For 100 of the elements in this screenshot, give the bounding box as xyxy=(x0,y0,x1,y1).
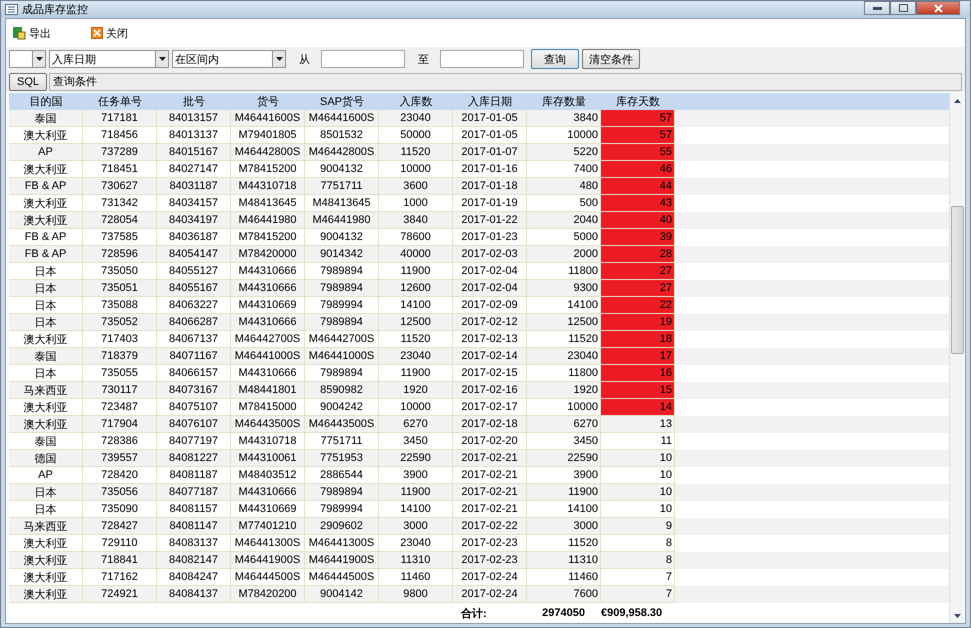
table-cell: 730627 xyxy=(83,178,157,195)
table-cell: 6270 xyxy=(527,416,601,433)
table-cell: 8 xyxy=(601,552,675,569)
spreadsheet-icon xyxy=(12,26,26,40)
condition-bar: 查询条件 xyxy=(49,72,962,90)
table-cell: 57 xyxy=(601,110,675,127)
table-cell: M78420200 xyxy=(231,586,305,603)
table-cell: 44 xyxy=(601,178,675,195)
table-cell: 11310 xyxy=(379,552,453,569)
table-cell: 7989894 xyxy=(305,484,379,501)
table-cell: M44310718 xyxy=(231,178,305,195)
toolbar-button[interactable]: 导出 xyxy=(12,25,51,41)
table-cell: 15 xyxy=(601,382,675,399)
table-cell: 日本 xyxy=(9,280,83,297)
table-cell: 46 xyxy=(601,161,675,178)
table-cell: 2017-02-24 xyxy=(453,586,527,603)
table-cell: 19 xyxy=(601,314,675,331)
table-cell: 3600 xyxy=(379,178,453,195)
table-cell: 735051 xyxy=(83,280,157,297)
table-cell: 84082147 xyxy=(157,552,231,569)
table-cell: 9 xyxy=(601,518,675,535)
table-cell: 40 xyxy=(601,212,675,229)
table-cell: M46441000S xyxy=(305,348,379,365)
table-cell: 40000 xyxy=(379,246,453,263)
table-cell: 2017-02-23 xyxy=(453,552,527,569)
table-cell: 22590 xyxy=(379,450,453,467)
table-cell: FB & AP xyxy=(9,178,83,195)
to-label: 至 xyxy=(417,52,430,66)
column-header[interactable]: SAP货号 xyxy=(305,93,379,110)
table-cell: 7989894 xyxy=(305,314,379,331)
to-field[interactable] xyxy=(440,50,524,68)
table-cell: 11900 xyxy=(379,484,453,501)
table-cell: M48441801 xyxy=(231,382,305,399)
table-cell: 马来西亚 xyxy=(9,518,83,535)
minimize-button[interactable] xyxy=(864,1,890,15)
table-cell: 1920 xyxy=(379,382,453,399)
close-button[interactable] xyxy=(916,1,960,15)
column-header[interactable]: 批号 xyxy=(157,93,231,110)
clear-button[interactable]: 清空条件 xyxy=(582,49,640,69)
table-cell: 泰国 xyxy=(9,348,83,365)
field-dropdown[interactable]: 入库日期 xyxy=(49,50,169,68)
column-header[interactable]: 目的国 xyxy=(9,93,83,110)
table-cell: 718379 xyxy=(83,348,157,365)
form-icon xyxy=(5,4,18,15)
window-title: 成品库存监控 xyxy=(22,2,89,17)
toolbar-button[interactable]: 关闭 xyxy=(91,25,128,41)
table-cell: 9800 xyxy=(379,586,453,603)
maximize-button[interactable] xyxy=(890,1,916,15)
minimize-icon xyxy=(872,6,882,10)
column-header[interactable]: 入库数 xyxy=(379,93,453,110)
table-cell: 日本 xyxy=(9,484,83,501)
caret-icon xyxy=(158,57,166,61)
table-cell: 2017-02-14 xyxy=(453,348,527,365)
table-cell: 德国 xyxy=(9,450,83,467)
table-cell: 84073167 xyxy=(157,382,231,399)
column-header[interactable]: 库存天数 xyxy=(601,93,675,110)
table-cell: 23040 xyxy=(379,348,453,365)
table-cell: 84034197 xyxy=(157,212,231,229)
table-cell: 澳大利亚 xyxy=(9,552,83,569)
column-header[interactable]: 货号 xyxy=(231,93,305,110)
table-cell: 12500 xyxy=(379,314,453,331)
table-cell: 27 xyxy=(601,280,675,297)
sql-button[interactable]: SQL xyxy=(9,72,47,90)
table-cell: 728427 xyxy=(83,518,157,535)
from-field[interactable] xyxy=(321,50,405,68)
table-cell: 2017-02-18 xyxy=(453,416,527,433)
table-cell: FB & AP xyxy=(9,246,83,263)
table-cell: 2017-02-04 xyxy=(453,280,527,297)
column-header[interactable]: 库存数量 xyxy=(527,93,601,110)
table-cell: 735052 xyxy=(83,314,157,331)
scrollbar[interactable] xyxy=(949,93,964,623)
table-cell: 14 xyxy=(601,399,675,416)
table-cell: 泰国 xyxy=(9,110,83,127)
table-cell: 16 xyxy=(601,365,675,382)
table-cell: 84055167 xyxy=(157,280,231,297)
table-cell: 7751953 xyxy=(305,450,379,467)
table-cell: 2017-02-21 xyxy=(453,484,527,501)
scrollbar-thumb[interactable] xyxy=(950,206,964,354)
close-icon xyxy=(934,4,942,12)
table-cell: 84084137 xyxy=(157,586,231,603)
table-cell: 10 xyxy=(601,450,675,467)
scroll-up-icon[interactable] xyxy=(954,98,960,102)
table-cell: M46441980 xyxy=(305,212,379,229)
table-cell: 84071167 xyxy=(157,348,231,365)
column-header[interactable]: 入库日期 xyxy=(453,93,527,110)
dropdown[interactable] xyxy=(9,50,46,68)
table-cell: 84077187 xyxy=(157,484,231,501)
table-cell: 9004142 xyxy=(305,586,379,603)
table-cell: 2017-02-22 xyxy=(453,518,527,535)
column-header[interactable]: 任务单号 xyxy=(83,93,157,110)
table-cell: 735056 xyxy=(83,484,157,501)
table-cell: 2017-01-05 xyxy=(453,110,527,127)
table-cell: 12600 xyxy=(379,280,453,297)
operator-dropdown[interactable]: 在区间内 xyxy=(172,50,286,68)
table-cell: 3000 xyxy=(379,518,453,535)
table-cell: 2017-01-07 xyxy=(453,144,527,161)
query-button[interactable]: 查询 xyxy=(531,49,579,69)
table-cell: 23040 xyxy=(379,110,453,127)
scroll-down-icon[interactable] xyxy=(954,614,960,618)
table-cell: 84013157 xyxy=(157,110,231,127)
